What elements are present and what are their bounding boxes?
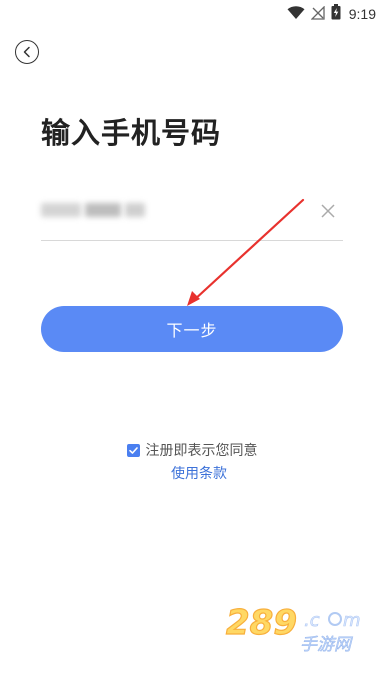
chevron-left-icon (21, 43, 33, 62)
check-icon (128, 446, 138, 454)
blurred-phone-number-end (125, 203, 145, 217)
phone-field[interactable] (41, 192, 343, 241)
svg-text:手游网: 手游网 (300, 635, 353, 654)
status-icons: 9:19 (287, 4, 376, 24)
svg-text:.c: .c (304, 610, 320, 631)
close-icon (321, 204, 335, 218)
status-time: 9:19 (348, 6, 376, 22)
back-button[interactable] (15, 40, 39, 64)
agreement-line: 注册即表示您同意 (126, 440, 258, 460)
watermark-logo: 289 .c m 手游网 (225, 602, 361, 654)
agreement: 注册即表示您同意 使用条款 (0, 440, 384, 483)
no-signal-icon (310, 4, 325, 24)
status-bar: 9:19 (0, 0, 384, 28)
next-button[interactable]: 下一步 (41, 306, 343, 352)
terms-link[interactable]: 使用条款 (14, 463, 384, 483)
wifi-icon (287, 5, 305, 24)
agreement-text: 注册即表示您同意 (145, 443, 258, 459)
svg-text:m: m (343, 610, 361, 631)
agreement-checkbox[interactable] (126, 443, 140, 457)
blurred-phone-number (41, 203, 81, 217)
clear-button[interactable] (319, 202, 337, 220)
blurred-phone-number-mid (85, 203, 121, 217)
svg-text:289: 289 (226, 603, 297, 643)
page-title: 输入手机号码 (41, 116, 222, 150)
battery-charging-icon (331, 4, 341, 24)
